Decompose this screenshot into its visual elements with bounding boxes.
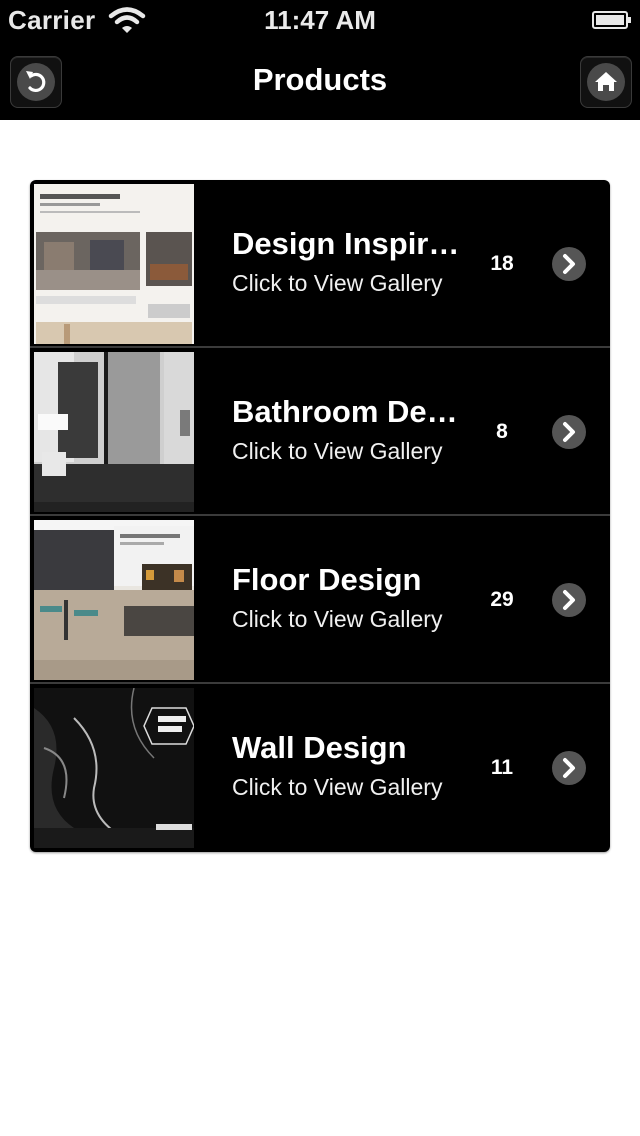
status-bar: Carrier 11:47 AM: [0, 0, 640, 40]
product-list: Design Inspiration Click to View Gallery…: [30, 180, 610, 852]
item-title: Floor Design: [232, 562, 422, 597]
chevron-right-icon[interactable]: [551, 246, 587, 282]
page-title: Products: [252, 62, 388, 97]
item-subtitle: Click to View Gallery: [232, 606, 443, 632]
item-title: Wall Design: [232, 730, 407, 765]
thumbnail-image: [34, 520, 194, 680]
chevron-right-icon[interactable]: [551, 414, 587, 450]
thumbnail-image: [34, 688, 194, 848]
list-item-floor-design[interactable]: Floor Design Click to View Gallery 29: [30, 516, 610, 684]
chevron-right-icon[interactable]: [551, 582, 587, 618]
item-title: Bathroom Design: [232, 394, 460, 429]
item-title: Design Inspiration: [232, 226, 460, 261]
home-button[interactable]: [580, 56, 632, 108]
battery-icon: [592, 11, 631, 29]
thumbnail-image: [34, 352, 194, 512]
home-icon: [595, 72, 617, 91]
item-subtitle: Click to View Gallery: [232, 774, 443, 800]
item-subtitle: Click to View Gallery: [232, 438, 443, 464]
list-item-wall-design[interactable]: Wall Design Click to View Gallery 11: [30, 684, 610, 852]
thumbnail-image: [34, 184, 194, 344]
status-time: 11:47 AM: [264, 5, 376, 35]
item-count-badge: 18: [490, 252, 514, 275]
list-item-bathroom-design[interactable]: Bathroom Design Click to View Gallery 8: [30, 348, 610, 516]
item-count-badge: 11: [490, 756, 514, 779]
list-item-design-inspiration[interactable]: Design Inspiration Click to View Gallery…: [30, 180, 610, 348]
item-subtitle: Click to View Gallery: [232, 270, 443, 296]
chevron-right-icon[interactable]: [551, 750, 587, 786]
item-count-badge: 29: [490, 588, 514, 611]
item-count-badge: 8: [496, 420, 508, 443]
nav-bar: Products: [0, 40, 640, 120]
